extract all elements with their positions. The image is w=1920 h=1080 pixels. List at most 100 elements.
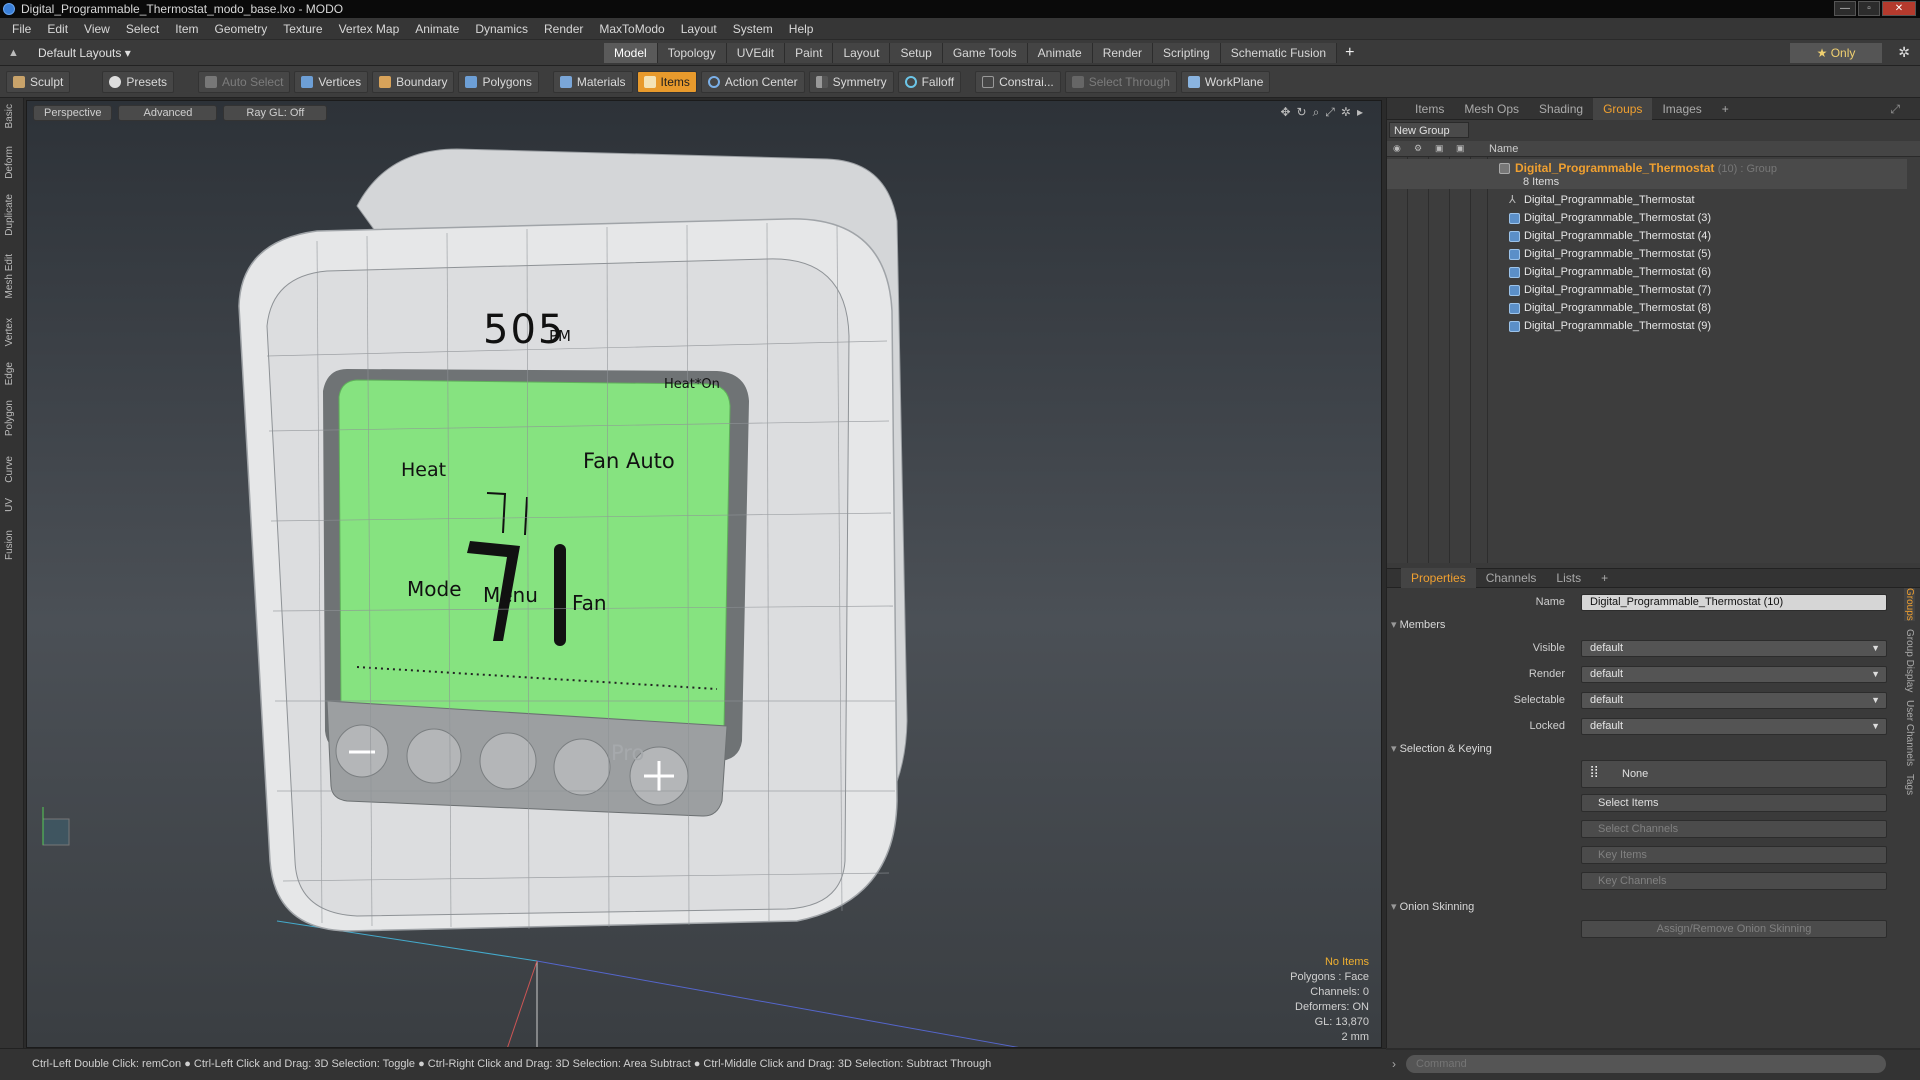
add-properties-tab-icon[interactable]: +	[1591, 568, 1618, 588]
onion-skinning-section[interactable]: Onion Skinning	[1391, 900, 1475, 913]
lefttab-mesh-edit[interactable]: Mesh Edit	[4, 254, 20, 298]
new-group-button[interactable]: New Group	[1389, 122, 1469, 138]
materials-button[interactable]: Materials	[552, 70, 633, 93]
sidetab-group-display[interactable]: Group Display	[1904, 629, 1915, 692]
tab-shading[interactable]: Shading	[1529, 98, 1593, 120]
lefttab-uv[interactable]: UV	[4, 498, 20, 512]
lefttab-basic[interactable]: Basic	[4, 104, 20, 128]
add-tab-icon[interactable]: +	[1345, 43, 1354, 63]
polygons-button[interactable]: Polygons	[458, 70, 539, 93]
menu-animate[interactable]: Animate	[407, 22, 467, 36]
menu-edit[interactable]: Edit	[39, 22, 76, 36]
members-section[interactable]: Members	[1391, 618, 1446, 631]
lefttab-edge[interactable]: Edge	[4, 362, 20, 385]
tab-render[interactable]: Render	[1092, 43, 1154, 63]
symmetry-button[interactable]: Symmetry	[808, 70, 894, 93]
menu-maxtomodo[interactable]: MaxToModo	[591, 22, 672, 36]
pan-icon[interactable]: ✥	[1280, 105, 1290, 120]
key-items-button[interactable]: Key Items	[1581, 846, 1887, 864]
viewport-menu-icon[interactable]: ▸	[1357, 105, 1363, 120]
render-column-icon[interactable]: ⚙	[1414, 143, 1424, 153]
list-item[interactable]: Digital_Programmable_Thermostat (9)	[1387, 317, 1907, 335]
lefttab-polygon[interactable]: Polygon	[4, 400, 20, 436]
tab-setup[interactable]: Setup	[890, 43, 943, 63]
layout-home-icon[interactable]: ▲	[8, 47, 22, 59]
locked-dropdown[interactable]: default ▼	[1581, 718, 1887, 735]
list-item[interactable]: Digital_Programmable_Thermostat (6)	[1387, 263, 1907, 281]
list-item[interactable]: Digital_Programmable_Thermostat (5)	[1387, 245, 1907, 263]
workplane-button[interactable]: WorkPlane	[1180, 70, 1271, 93]
visible-dropdown[interactable]: default ▼	[1581, 640, 1887, 657]
3d-viewport[interactable]: Perspective Advanced Ray GL: Off ✥ ↻ ⌕ ⤢…	[26, 100, 1382, 1048]
auto-select-button[interactable]: Auto Select	[198, 70, 291, 93]
minimize-icon[interactable]: —	[1834, 1, 1856, 16]
name-column-header[interactable]: Name	[1489, 143, 1518, 155]
menu-file[interactable]: File	[4, 22, 39, 36]
tab-items[interactable]: Items	[1405, 98, 1454, 120]
tab-mesh-ops[interactable]: Mesh Ops	[1454, 98, 1529, 120]
tab-properties[interactable]: Properties	[1401, 568, 1476, 588]
tab-lists[interactable]: Lists	[1546, 568, 1591, 588]
close-icon[interactable]: ✕	[1882, 1, 1916, 16]
sculpt-button[interactable]: Sculpt	[6, 70, 71, 93]
tab-paint[interactable]: Paint	[785, 43, 834, 63]
tab-animate[interactable]: Animate	[1027, 43, 1093, 63]
list-item[interactable]: Digital_Programmable_Thermostat (7)	[1387, 281, 1907, 299]
select-through-button[interactable]: Select Through	[1064, 70, 1177, 93]
menu-texture[interactable]: Texture	[275, 22, 330, 36]
layouts-dropdown[interactable]: Default Layouts ▾	[38, 46, 131, 60]
maximize-icon[interactable]: ▫	[1858, 1, 1880, 16]
tab-game-tools[interactable]: Game Tools	[942, 43, 1028, 63]
list-item[interactable]: ⅄ Digital_Programmable_Thermostat	[1387, 191, 1907, 209]
sidetab-groups[interactable]: Groups	[1904, 588, 1915, 621]
tab-schematic-fusion[interactable]: Schematic Fusion	[1220, 43, 1338, 63]
sidetab-tags[interactable]: Tags	[1904, 774, 1915, 795]
tab-channels[interactable]: Channels	[1476, 568, 1547, 588]
add-panel-tab-icon[interactable]: +	[1712, 98, 1739, 120]
rotate-icon[interactable]: ↻	[1297, 105, 1307, 120]
panel-expand-icon[interactable]: ⤢	[1880, 98, 1910, 120]
name-field[interactable]: Digital_Programmable_Thermostat (10)	[1581, 594, 1887, 611]
fit-icon[interactable]: ⤢	[1325, 105, 1335, 120]
action-center-button[interactable]: Action Center	[700, 70, 805, 93]
menu-vertex-map[interactable]: Vertex Map	[331, 22, 408, 36]
menu-system[interactable]: System	[725, 22, 781, 36]
list-item[interactable]: Digital_Programmable_Thermostat (3)	[1387, 209, 1907, 227]
lefttab-duplicate[interactable]: Duplicate	[4, 194, 20, 236]
zoom-icon[interactable]: ⌕	[1313, 105, 1320, 120]
viewport-settings-icon[interactable]: ✲	[1341, 105, 1351, 120]
items-button[interactable]: Items	[636, 70, 697, 93]
select-items-button[interactable]: Select Items	[1581, 794, 1887, 812]
select-column-icon[interactable]: ▣	[1456, 143, 1466, 153]
gear-icon[interactable]: ✲	[1898, 44, 1910, 61]
assign-onion-skinning-button[interactable]: Assign/Remove Onion Skinning	[1581, 920, 1887, 938]
tab-uvedit[interactable]: UVEdit	[726, 43, 786, 63]
tab-layout[interactable]: Layout	[833, 43, 891, 63]
lefttab-vertex[interactable]: Vertex	[4, 318, 20, 346]
menu-dynamics[interactable]: Dynamics	[467, 22, 536, 36]
none-selection-button[interactable]: ⁞⁞ None	[1581, 760, 1887, 788]
visibility-column-icon[interactable]: ◉	[1393, 143, 1403, 153]
menu-geometry[interactable]: Geometry	[207, 22, 276, 36]
vertices-button[interactable]: Vertices	[294, 70, 369, 93]
sidetab-user-channels[interactable]: User Channels	[1904, 700, 1915, 766]
tab-topology[interactable]: Topology	[657, 43, 727, 63]
constraints-button[interactable]: Constrai...	[975, 70, 1061, 93]
lefttab-curve[interactable]: Curve	[4, 456, 20, 483]
select-channels-button[interactable]: Select Channels	[1581, 820, 1887, 838]
list-item[interactable]: Digital_Programmable_Thermostat (4)	[1387, 227, 1907, 245]
menu-render[interactable]: Render	[536, 22, 591, 36]
only-toggle[interactable]: ★ Only	[1790, 43, 1882, 63]
render-dropdown[interactable]: default ▼	[1581, 666, 1887, 683]
menu-layout[interactable]: Layout	[673, 22, 725, 36]
menu-select[interactable]: Select	[118, 22, 167, 36]
shading-mode-button[interactable]: Advanced	[118, 105, 218, 121]
lock-column-icon[interactable]: ▣	[1435, 143, 1445, 153]
command-input[interactable]	[1406, 1055, 1886, 1073]
tab-images[interactable]: Images	[1652, 98, 1711, 120]
selection-keying-section[interactable]: Selection & Keying	[1391, 742, 1492, 755]
tab-groups[interactable]: Groups	[1593, 97, 1653, 120]
menu-view[interactable]: View	[76, 22, 118, 36]
boundary-button[interactable]: Boundary	[372, 70, 455, 93]
key-channels-button[interactable]: Key Channels	[1581, 872, 1887, 890]
